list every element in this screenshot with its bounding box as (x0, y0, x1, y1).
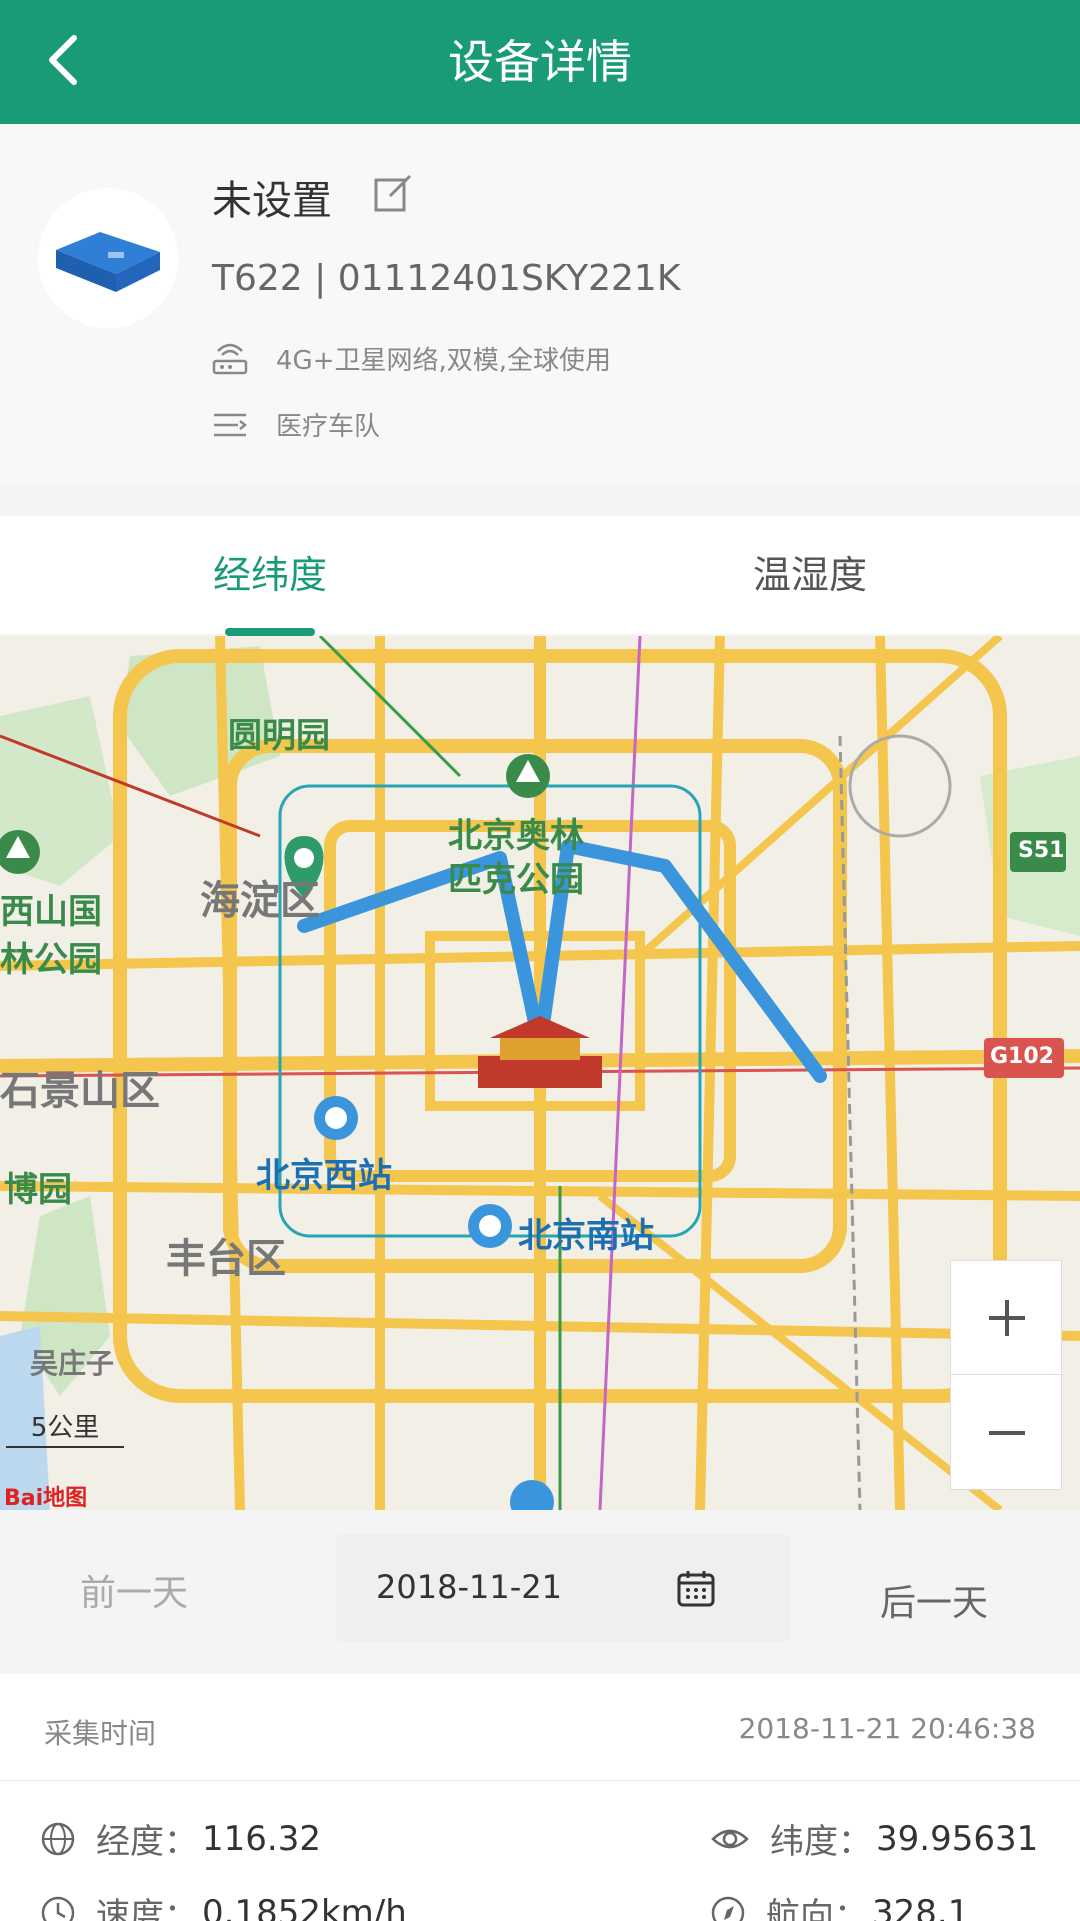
heading-value: 328.1 (872, 1892, 970, 1921)
map-label: 圆明园 (228, 716, 330, 756)
eye-icon (711, 1829, 749, 1848)
group-row: 医疗车队 (212, 406, 380, 443)
longitude-label: 经度： (96, 1822, 198, 1862)
map-label: 海淀区 (200, 878, 320, 924)
highway-shield: S51 (1018, 838, 1065, 863)
heading-row: 航向： 328.1 (710, 1888, 969, 1921)
minus-icon (989, 1431, 1025, 1435)
plus-icon (989, 1299, 1025, 1336)
speed-row: 速度： 0.1852km/h (40, 1888, 407, 1921)
calendar-icon (677, 1571, 715, 1607)
map-label: 北京南站 (518, 1216, 654, 1256)
map-label: 吴庄子 (30, 1347, 115, 1380)
map-roads (0, 636, 1080, 1510)
map-label: 北京西站 (256, 1156, 392, 1196)
zoom-control (950, 1260, 1063, 1490)
longitude-value: 116.32 (202, 1818, 321, 1859)
list-icon (214, 413, 248, 436)
map-label: 西山国 (0, 892, 102, 932)
map-scale: 5公里 (6, 1408, 124, 1448)
zoom-out-button[interactable] (951, 1376, 1063, 1490)
baidu-map-logo: Bai地图 (4, 1486, 88, 1511)
latitude-label: 纬度： (770, 1822, 872, 1862)
prev-day-button[interactable]: 前一天 (80, 1564, 188, 1616)
page-title: 设备详情 (448, 35, 632, 89)
device-model-id: T622 | 01112401SKY221K (212, 258, 681, 299)
map-label: 北京奥林 (448, 816, 584, 856)
next-day-button[interactable]: 后一天 (880, 1574, 988, 1626)
tab-lat-lng[interactable]: 经纬度 (150, 516, 390, 634)
compass-icon (711, 1896, 745, 1921)
group-text: 医疗车队 (276, 412, 381, 442)
date-picker[interactable]: 2018-11-21 (336, 1534, 790, 1642)
map-view[interactable]: 圆明园 北京奥林 匹克公园 海淀区 西山国 林公园 石景山区 北京西站 北京南站… (0, 636, 1080, 1510)
heading-label: 航向： (766, 1896, 868, 1921)
location-details: 采集时间 2018-11-21 20:46:38 经度： 116.32 纬度： … (0, 1674, 1080, 1921)
collect-time-label: 采集时间 (44, 1717, 157, 1750)
device-image (38, 188, 178, 328)
speed-value: 0.1852km/h (202, 1892, 407, 1921)
device-info-panel: 未设置 T622 | 01112401SKY221K 4G+卫星网络,双模,全球… (0, 124, 1080, 484)
network-text: 4G+卫星网络,双模,全球使用 (276, 346, 612, 376)
divider (0, 1780, 1080, 1781)
tab-bar: 经纬度 温湿度 (0, 516, 1080, 634)
edit-icon[interactable] (372, 172, 414, 214)
device-name: 未设置 (212, 178, 332, 224)
router-icon (212, 343, 248, 374)
highway-shield: G102 (990, 1044, 1054, 1069)
tab-temp-humidity[interactable]: 温湿度 (690, 516, 930, 634)
map-label: 博园 (4, 1170, 72, 1210)
date-navigation: 前一天 2018-11-21 后一天 (0, 1510, 1080, 1670)
globe-icon (41, 1822, 75, 1855)
collect-time-value: 2018-11-21 20:46:38 (738, 1712, 1036, 1745)
speed-clock-icon (41, 1896, 75, 1921)
network-row: 4G+卫星网络,双模,全球使用 (212, 340, 611, 377)
latitude-value: 39.95631 (876, 1818, 1039, 1859)
latitude-row: 纬度： 39.95631 (710, 1814, 1038, 1863)
zoom-in-button[interactable] (951, 1261, 1063, 1375)
active-tab-indicator (225, 628, 315, 636)
longitude-row: 经度： 116.32 (40, 1814, 321, 1863)
map-label: 林公园 (0, 940, 102, 980)
selected-date: 2018-11-21 (376, 1568, 562, 1606)
map-label: 匹克公园 (448, 860, 584, 900)
map-label: 丰台区 (166, 1236, 286, 1282)
map-label: 石景山区 (0, 1068, 160, 1114)
top-bar: 设备详情 (0, 0, 1080, 124)
speed-label: 速度： (96, 1896, 198, 1921)
